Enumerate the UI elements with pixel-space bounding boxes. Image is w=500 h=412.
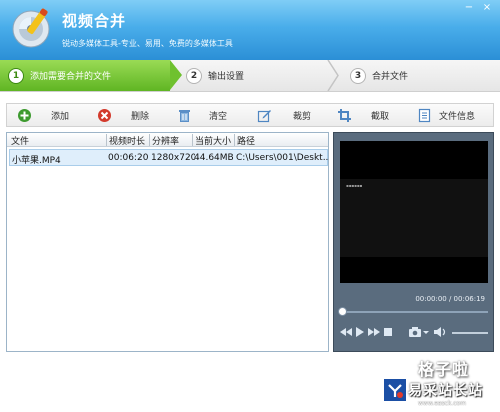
column-header-file[interactable]: 文件 bbox=[11, 134, 29, 147]
watermark-text: 格子啦 bbox=[418, 360, 470, 379]
watermark-site-name: 易采站长站 bbox=[408, 383, 483, 399]
table-row[interactable]: 小苹果.MP4 00:06:20 1280x720 44.64MB C:\Use… bbox=[9, 149, 328, 166]
chevron-down-icon[interactable] bbox=[423, 326, 429, 338]
close-button[interactable]: × bbox=[478, 0, 496, 15]
site-logo-icon bbox=[384, 379, 406, 401]
rewind-icon[interactable] bbox=[340, 326, 352, 338]
delete-icon bbox=[98, 108, 111, 122]
stop-icon[interactable] bbox=[383, 326, 393, 338]
column-header-size[interactable]: 当前大小 bbox=[195, 134, 231, 147]
clear-button[interactable]: 清空 bbox=[177, 106, 249, 124]
column-header-duration[interactable]: 视频时长 bbox=[109, 134, 145, 147]
column-divider[interactable] bbox=[106, 134, 107, 146]
crop-icon bbox=[338, 108, 351, 122]
step-merge-files[interactable]: 3 合并文件 bbox=[350, 60, 408, 91]
volume-slider[interactable] bbox=[452, 332, 488, 334]
step-label: 输出设置 bbox=[208, 72, 245, 82]
step-number: 3 bbox=[350, 67, 366, 84]
cell-size: 44.64MB bbox=[194, 153, 234, 163]
fast-forward-icon[interactable] bbox=[368, 326, 380, 338]
cut-label: 截取 bbox=[371, 112, 390, 122]
trash-icon bbox=[179, 109, 190, 122]
step-add-files[interactable]: 1 添加需要合并的文件 bbox=[0, 60, 170, 91]
file-info-button[interactable]: 文件信息 bbox=[417, 106, 493, 124]
step-bar: 1 添加需要合并的文件 2 输出设置 3 合并文件 bbox=[0, 60, 500, 92]
camera-icon[interactable] bbox=[408, 326, 422, 338]
add-icon bbox=[18, 108, 31, 122]
seek-handle[interactable] bbox=[338, 307, 347, 316]
table-header: 文件 视频时长 分辨率 当前大小 路径 bbox=[7, 133, 328, 147]
column-header-resolution[interactable]: 分辨率 bbox=[152, 134, 179, 147]
delete-button[interactable]: 删除 bbox=[97, 106, 167, 124]
crop-button[interactable]: 裁剪 bbox=[257, 106, 329, 124]
cut-button[interactable]: 截取 bbox=[337, 106, 409, 124]
app-title: 视频合并 bbox=[62, 12, 127, 30]
minimize-button[interactable]: − bbox=[460, 0, 478, 15]
crop-label: 裁剪 bbox=[293, 112, 312, 122]
edit-icon bbox=[257, 109, 271, 122]
step-output-settings[interactable]: 2 输出设置 bbox=[186, 60, 244, 91]
video-frame-text: ▪▪▪▪▪▪ bbox=[346, 183, 363, 188]
column-divider[interactable] bbox=[192, 134, 193, 146]
add-label: 添加 bbox=[51, 112, 70, 122]
step-label: 合并文件 bbox=[372, 72, 409, 82]
step-label: 添加需要合并的文件 bbox=[30, 72, 112, 82]
delete-label: 删除 bbox=[131, 112, 150, 122]
volume-icon[interactable] bbox=[433, 326, 447, 338]
file-list[interactable]: 文件 视频时长 分辨率 当前大小 路径 小苹果.MP4 00:06:20 128… bbox=[6, 132, 329, 352]
toolbar: 添加 删除 清空 裁剪 截取 文件信息 bbox=[6, 103, 494, 127]
step-arrow bbox=[170, 60, 182, 90]
video-screen[interactable]: ▪▪▪▪▪▪ bbox=[340, 141, 488, 283]
video-preview-panel: ▪▪▪▪▪▪ 00:00:00 / 00:06:19 bbox=[333, 132, 494, 352]
file-info-icon bbox=[418, 108, 431, 122]
time-display: 00:00:00 / 00:06:19 bbox=[415, 295, 485, 303]
video-frame bbox=[340, 179, 488, 257]
cell-duration: 00:06:20 bbox=[108, 153, 149, 163]
cell-path: C:\Users\001\Deskt... bbox=[236, 153, 328, 163]
cell-resolution: 1280x720 bbox=[151, 153, 195, 163]
app-logo-icon bbox=[12, 8, 50, 48]
play-icon[interactable] bbox=[355, 326, 365, 338]
file-info-label: 文件信息 bbox=[439, 112, 476, 122]
add-button[interactable]: 添加 bbox=[17, 106, 87, 124]
title-bar: 视频合并 锐动多媒体工具-专业、易用、免费的多媒体工具 − × bbox=[0, 0, 500, 60]
step-separator-icon bbox=[327, 60, 339, 91]
step-number: 2 bbox=[186, 67, 202, 84]
column-header-path[interactable]: 路径 bbox=[237, 134, 255, 147]
column-divider[interactable] bbox=[234, 134, 235, 146]
column-divider[interactable] bbox=[149, 134, 150, 146]
watermark-url: www.easck.com bbox=[418, 400, 467, 407]
cell-file: 小苹果.MP4 bbox=[12, 156, 61, 166]
seek-bar[interactable] bbox=[342, 311, 488, 313]
clear-label: 清空 bbox=[209, 112, 228, 122]
step-number: 1 bbox=[8, 67, 24, 84]
app-subtitle: 锐动多媒体工具-专业、易用、免费的多媒体工具 bbox=[62, 39, 233, 48]
